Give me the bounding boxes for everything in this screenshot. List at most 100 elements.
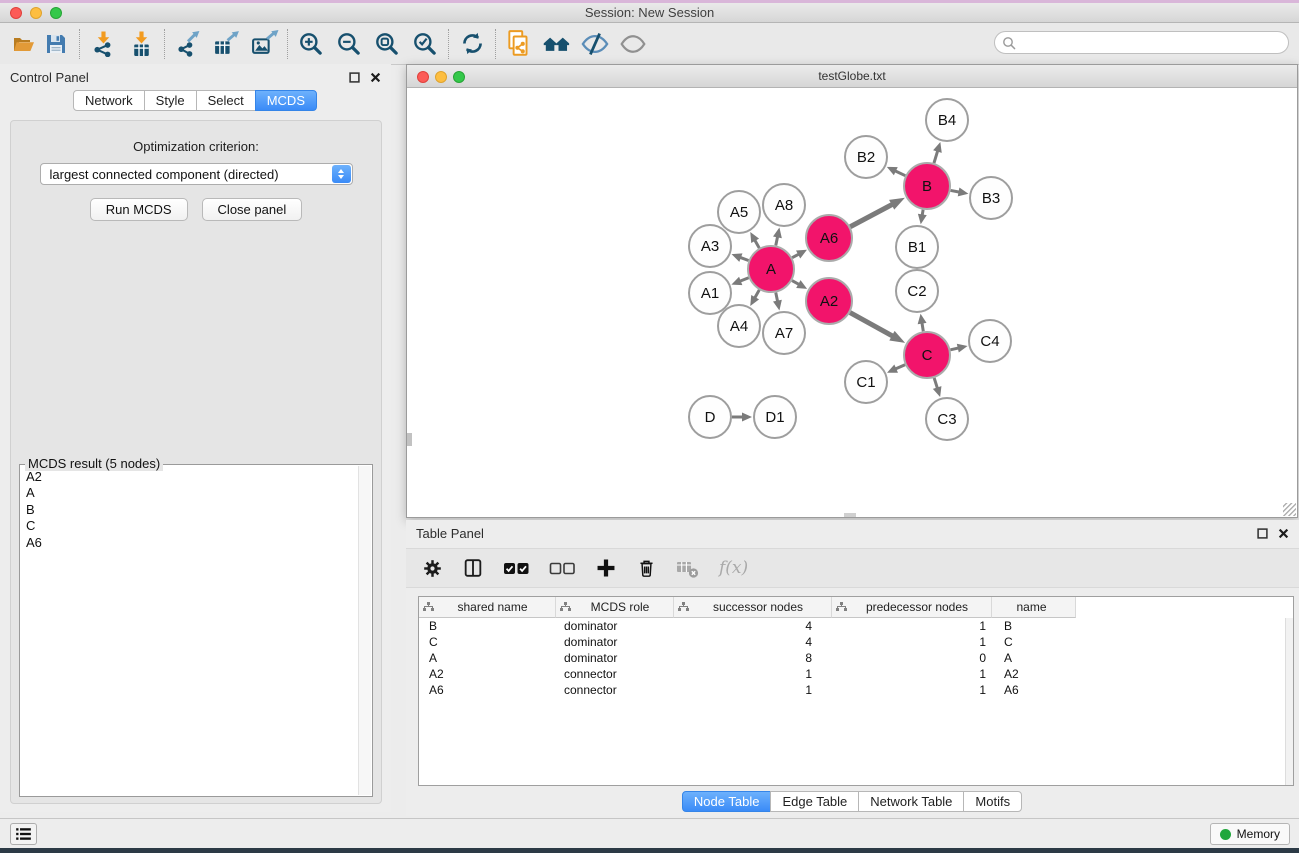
node-C2[interactable]: C2: [896, 270, 938, 312]
canvas-left-handle[interactable]: [407, 433, 412, 446]
table-cell[interactable]: 1: [832, 683, 992, 697]
clone-network-button[interactable]: [503, 28, 535, 60]
edge-A-A7[interactable]: [776, 293, 778, 302]
table-cell[interactable]: C: [419, 635, 556, 649]
table-cell[interactable]: 8: [674, 651, 832, 665]
table-cell[interactable]: 1: [832, 667, 992, 681]
table-cell[interactable]: dominator: [556, 651, 674, 665]
deselect-all-button[interactable]: [549, 561, 576, 576]
zoom-fit-button[interactable]: [371, 28, 403, 60]
edge-B-B4[interactable]: [934, 151, 938, 163]
delete-row-button[interactable]: [636, 557, 657, 580]
result-item[interactable]: B: [26, 502, 372, 518]
memory-button[interactable]: Memory: [1210, 823, 1290, 845]
edge-A-A4[interactable]: [755, 290, 760, 298]
result-item[interactable]: A: [26, 485, 372, 501]
import-network-button[interactable]: [87, 28, 119, 60]
open-session-button[interactable]: [8, 28, 40, 60]
table-cell[interactable]: 1: [832, 635, 992, 649]
table-cell[interactable]: dominator: [556, 635, 674, 649]
tab-style[interactable]: Style: [144, 90, 197, 111]
table-row[interactable]: Cdominator41C: [419, 634, 1293, 650]
table-cell[interactable]: 1: [674, 667, 832, 681]
column-header-successor-nodes[interactable]: successor nodes: [674, 597, 832, 618]
table-row[interactable]: A2connector11A2: [419, 666, 1293, 682]
table-cell[interactable]: C: [992, 635, 1076, 649]
edge-A-A6[interactable]: [792, 254, 799, 258]
edge-A-A1[interactable]: [740, 278, 749, 281]
table-cell[interactable]: A: [419, 651, 556, 665]
node-B[interactable]: B: [904, 163, 950, 209]
node-D[interactable]: D: [689, 396, 731, 438]
table-cell[interactable]: 4: [674, 635, 832, 649]
table-cell[interactable]: connector: [556, 683, 674, 697]
table-cell[interactable]: 1: [832, 619, 992, 633]
node-B2[interactable]: B2: [845, 136, 887, 178]
edge-B-B2[interactable]: [895, 171, 905, 176]
node-B4[interactable]: B4: [926, 99, 968, 141]
node-A8[interactable]: A8: [763, 184, 805, 226]
resize-grip[interactable]: [1283, 503, 1296, 516]
node-A5[interactable]: A5: [718, 191, 760, 233]
edge-C-C3[interactable]: [934, 378, 937, 389]
canvas-bottom-handle[interactable]: [844, 513, 856, 517]
node-B3[interactable]: B3: [970, 177, 1012, 219]
zoom-selected-button[interactable]: [409, 28, 441, 60]
table-row[interactable]: Bdominator41B: [419, 618, 1293, 634]
hide-panels-button[interactable]: [579, 28, 611, 60]
result-scrollbar[interactable]: [358, 466, 371, 795]
edge-A2-C[interactable]: [850, 313, 893, 337]
home-button[interactable]: [541, 28, 573, 60]
close-panel-button[interactable]: [370, 72, 381, 83]
export-image-button[interactable]: [248, 28, 280, 60]
edge-C-C1[interactable]: [895, 365, 905, 369]
search-input[interactable]: [1016, 35, 1288, 50]
table-cell[interactable]: B: [419, 619, 556, 633]
table-cell[interactable]: 0: [832, 651, 992, 665]
edge-C-C2[interactable]: [922, 323, 923, 332]
zoom-in-button[interactable]: [295, 28, 327, 60]
table-tab-node-table[interactable]: Node Table: [682, 791, 772, 812]
edge-A-A5[interactable]: [755, 240, 760, 248]
node-C3[interactable]: C3: [926, 398, 968, 440]
column-header-name[interactable]: name: [992, 597, 1076, 618]
table-row[interactable]: A6connector11A6: [419, 682, 1293, 698]
node-A1[interactable]: A1: [689, 272, 731, 314]
node-C4[interactable]: C4: [969, 320, 1011, 362]
table-scrollbar[interactable]: [1285, 618, 1293, 785]
task-history-button[interactable]: [10, 823, 37, 845]
table-cell[interactable]: 4: [674, 619, 832, 633]
table-cell[interactable]: A: [992, 651, 1076, 665]
export-table-button[interactable]: [210, 28, 242, 60]
table-tab-network-table[interactable]: Network Table: [858, 791, 964, 812]
criterion-dropdown[interactable]: largest connected component (directed): [40, 163, 353, 185]
column-header-shared-name[interactable]: shared name: [419, 597, 556, 618]
node-C[interactable]: C: [904, 332, 950, 378]
table-cell[interactable]: 1: [674, 683, 832, 697]
export-network-button[interactable]: [172, 28, 204, 60]
result-item[interactable]: C: [26, 518, 372, 534]
tab-network[interactable]: Network: [73, 90, 145, 111]
run-mcds-button[interactable]: Run MCDS: [90, 198, 188, 221]
column-header-mcds-role[interactable]: MCDS role: [556, 597, 674, 618]
apply-layout-button[interactable]: [456, 28, 488, 60]
node-A7[interactable]: A7: [763, 312, 805, 354]
import-table-button[interactable]: [125, 28, 157, 60]
add-row-button[interactable]: [595, 557, 617, 579]
edge-A-A3[interactable]: [740, 257, 749, 260]
node-A2[interactable]: A2: [806, 278, 852, 324]
node-C1[interactable]: C1: [845, 361, 887, 403]
zoom-out-button[interactable]: [333, 28, 365, 60]
tab-select[interactable]: Select: [196, 90, 256, 111]
node-A6[interactable]: A6: [806, 215, 852, 261]
edge-A-A8[interactable]: [776, 236, 778, 245]
table-cell[interactable]: A2: [992, 667, 1076, 681]
node-B1[interactable]: B1: [896, 226, 938, 268]
table-cell[interactable]: A2: [419, 667, 556, 681]
edge-C-C4[interactable]: [950, 348, 958, 350]
table-settings-button[interactable]: [422, 558, 443, 579]
save-session-button[interactable]: [40, 28, 72, 60]
table-cell[interactable]: dominator: [556, 619, 674, 633]
table-tab-motifs[interactable]: Motifs: [963, 791, 1022, 812]
table-row[interactable]: Adominator80A: [419, 650, 1293, 666]
